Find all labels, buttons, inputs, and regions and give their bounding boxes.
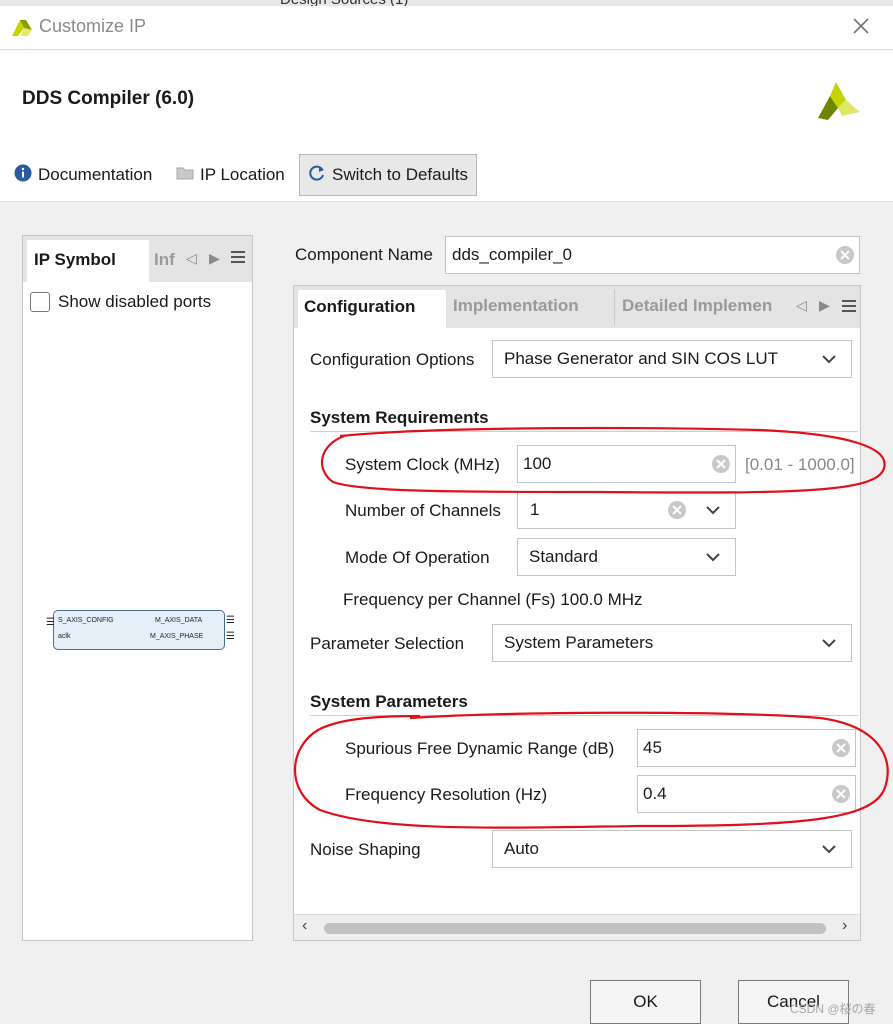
- parameter-selection-value: System Parameters: [504, 633, 654, 652]
- system-clock-label: System Clock (MHz): [345, 455, 500, 474]
- frequency-resolution-input[interactable]: 0.4: [637, 775, 856, 813]
- switch-to-defaults-label: Switch to Defaults: [332, 165, 469, 184]
- system-clock-range: [0.01 - 1000.0]: [745, 455, 855, 474]
- frequency-resolution-clear-icon[interactable]: [831, 784, 851, 809]
- component-name-clear-icon[interactable]: [835, 245, 855, 270]
- show-disabled-ports-label: Show disabled ports: [58, 292, 212, 311]
- system-clock-value: 100: [523, 454, 552, 473]
- sfdr-input[interactable]: 45: [637, 729, 856, 767]
- xilinx-brand-icon: [816, 78, 862, 127]
- horizontal-scrollbar[interactable]: ‹ ›: [294, 914, 860, 940]
- noise-shaping-value: Auto: [504, 839, 539, 858]
- configuration-options-value: Phase Generator and SIN COS LUT: [504, 349, 779, 368]
- port-aclk: aclk: [58, 633, 71, 640]
- tab-ip-symbol[interactable]: IP Symbol: [27, 240, 149, 282]
- config-tab-menu-icon[interactable]: [842, 300, 856, 315]
- documentation-label: Documentation: [38, 165, 153, 184]
- number-of-channels-select[interactable]: 1: [517, 491, 736, 529]
- mode-of-operation-select[interactable]: Standard: [517, 538, 736, 576]
- refresh-icon: [308, 164, 326, 187]
- watermark: CSDN @桜の春: [790, 1002, 876, 1016]
- frequency-resolution-value: 0.4: [643, 784, 667, 803]
- number-of-channels-label: Number of Channels: [345, 501, 501, 520]
- scroll-left-icon[interactable]: ‹: [302, 917, 307, 935]
- system-clock-input[interactable]: 100: [517, 445, 736, 483]
- system-requirements-title: System Requirements: [310, 408, 489, 427]
- sfdr-clear-icon[interactable]: [831, 738, 851, 763]
- info-icon: [14, 164, 32, 187]
- frequency-per-channel-text: Frequency per Channel (Fs) 100.0 MHz: [343, 590, 643, 609]
- chevron-down-icon: [821, 635, 837, 656]
- tab-menu-icon[interactable]: [231, 251, 245, 266]
- noise-shaping-label: Noise Shaping: [310, 840, 421, 859]
- configuration-options-select[interactable]: Phase Generator and SIN COS LUT: [492, 340, 852, 378]
- show-disabled-ports-checkbox[interactable]: [30, 292, 50, 312]
- component-name-input[interactable]: dds_compiler_0: [445, 236, 860, 274]
- switch-to-defaults-button[interactable]: Switch to Defaults: [299, 154, 478, 196]
- config-tabs: Configuration Implementation Detailed Im…: [294, 286, 860, 328]
- port-s-axis-config: S_AXIS_CONFIG: [58, 617, 114, 624]
- chevron-down-icon: [705, 549, 721, 570]
- ip-symbol-panel: IP Symbol Inf ◁ ▶ Show disabled ports ☰ …: [22, 235, 253, 941]
- left-panel-tabs: IP Symbol Inf ◁ ▶: [23, 236, 252, 282]
- title-bar: Customize IP: [0, 6, 893, 50]
- close-icon[interactable]: [851, 16, 871, 41]
- tab-configuration[interactable]: Configuration: [298, 290, 446, 328]
- ip-name: DDS Compiler (6.0): [22, 88, 195, 109]
- chevron-down-icon: [821, 351, 837, 372]
- sfdr-value: 45: [643, 738, 662, 757]
- system-parameters-title: System Parameters: [310, 692, 468, 711]
- mode-of-operation-label: Mode Of Operation: [345, 548, 490, 567]
- mode-of-operation-value: Standard: [529, 547, 598, 566]
- toolbar: Documentation IP Location Switch to Defa…: [0, 146, 893, 202]
- chevron-down-icon: [705, 502, 721, 523]
- sfdr-label: Spurious Free Dynamic Range (dB): [345, 739, 615, 758]
- scroll-right-icon[interactable]: ›: [842, 917, 847, 935]
- component-name-label: Component Name: [295, 245, 433, 264]
- port-m-axis-data-connector-icon: ☰: [226, 615, 235, 626]
- tab-implementation[interactable]: Implementation: [453, 296, 579, 316]
- tab-scroll-right-icon[interactable]: ▶: [209, 250, 220, 267]
- tab-information[interactable]: Inf: [154, 250, 175, 270]
- number-of-channels-clear-icon[interactable]: [667, 500, 687, 525]
- parameter-selection-select[interactable]: System Parameters: [492, 624, 852, 662]
- tab-separator: [614, 289, 615, 325]
- port-m-axis-phase: M_AXIS_PHASE: [150, 633, 204, 640]
- chevron-down-icon: [821, 841, 837, 862]
- parameter-selection-label: Parameter Selection: [310, 634, 465, 653]
- configuration-panel: Configuration Implementation Detailed Im…: [293, 285, 861, 941]
- ip-block-symbol[interactable]: ☰ S_AXIS_CONFIG aclk M_AXIS_DATA M_AXIS_…: [46, 610, 235, 650]
- config-tab-scroll-left-icon[interactable]: ◁: [796, 297, 807, 314]
- port-s-axis-config-connector-icon: ☰: [46, 617, 55, 628]
- section-divider: [310, 715, 858, 716]
- scrollbar-thumb[interactable]: [324, 923, 826, 934]
- noise-shaping-select[interactable]: Auto: [492, 830, 852, 868]
- frequency-resolution-label: Frequency Resolution (Hz): [345, 785, 548, 804]
- ok-button[interactable]: OK: [590, 980, 701, 1024]
- port-m-axis-phase-connector-icon: ☰: [226, 631, 235, 642]
- ip-location-label: IP Location: [200, 165, 285, 184]
- xilinx-logo-icon: [10, 16, 34, 43]
- component-name-value: dds_compiler_0: [452, 245, 573, 264]
- system-clock-clear-icon[interactable]: [711, 454, 731, 479]
- section-divider: [310, 431, 858, 432]
- window-title: Customize IP: [39, 16, 147, 36]
- number-of-channels-value: 1: [530, 500, 540, 519]
- config-tab-scroll-right-icon[interactable]: ▶: [819, 297, 830, 314]
- dialog-header: DDS Compiler (6.0): [0, 50, 893, 146]
- ip-location-button[interactable]: IP Location: [176, 154, 285, 196]
- tab-scroll-left-icon[interactable]: ◁: [186, 250, 197, 267]
- configuration-options-label: Configuration Options: [310, 350, 475, 369]
- folder-icon: [176, 165, 194, 186]
- documentation-button[interactable]: Documentation: [14, 154, 152, 196]
- tab-detailed-implementation[interactable]: Detailed Implemen: [622, 296, 772, 316]
- port-m-axis-data: M_AXIS_DATA: [155, 617, 203, 624]
